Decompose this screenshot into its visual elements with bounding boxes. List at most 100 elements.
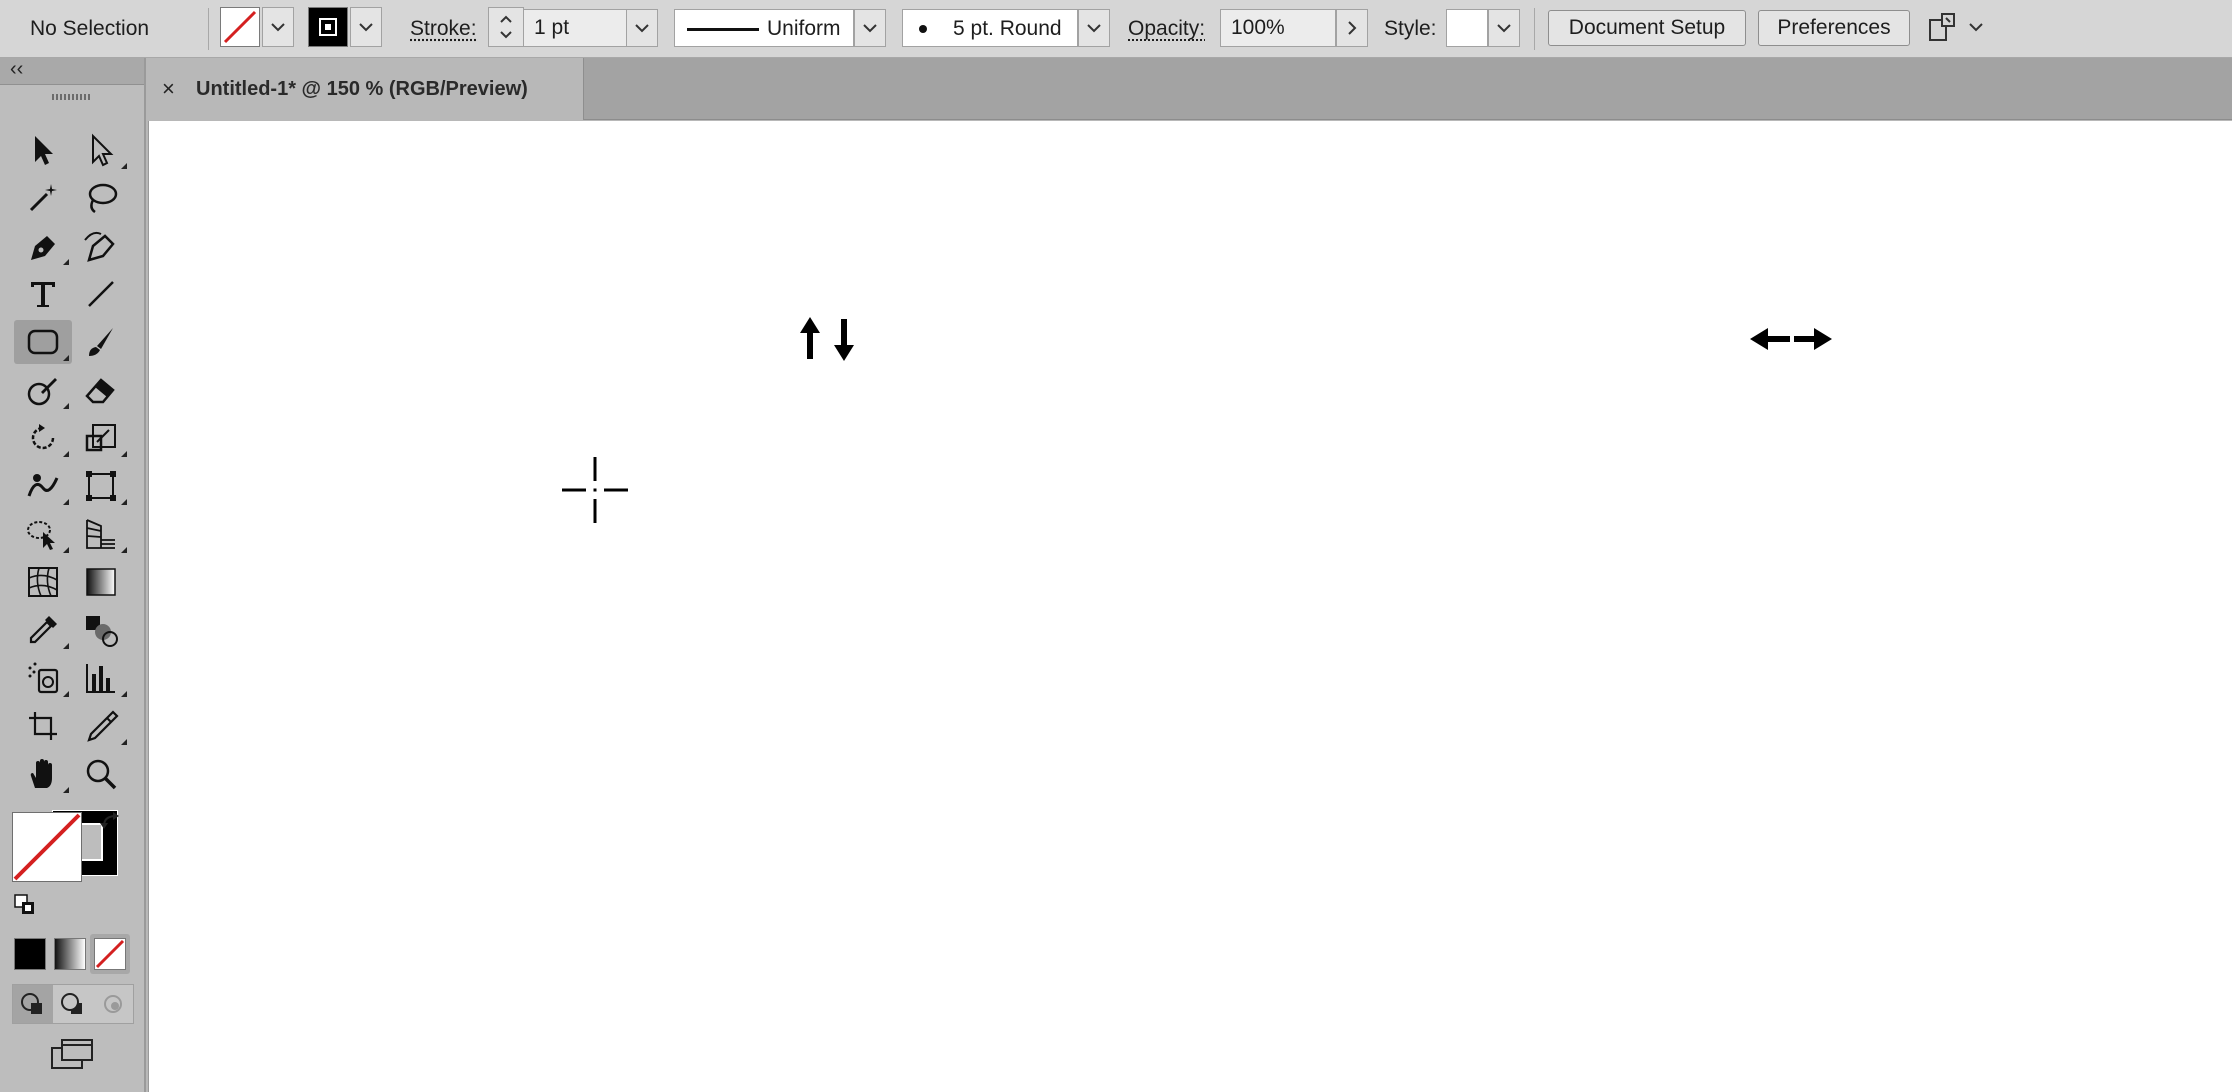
control-bar: No Selection Stroke: 1 pt Uniform 5 pt. …: [0, 0, 2232, 58]
tools-panel: ‹‹: [0, 58, 146, 1092]
draw-behind-icon: [61, 993, 82, 1014]
fill-dropdown[interactable]: [262, 7, 294, 47]
hand-tool-icon: [30, 759, 52, 788]
fill-swatch[interactable]: [220, 7, 260, 47]
shaper-tool[interactable]: [14, 368, 72, 412]
default-colors-icon: [14, 894, 34, 914]
column-graph-tool[interactable]: [72, 656, 130, 700]
profile-dropdown[interactable]: [854, 9, 886, 47]
shape-builder-tool-icon: [27, 521, 55, 550]
direct-selection-tool[interactable]: [72, 128, 130, 172]
brush-definition[interactable]: 5 pt. Round: [902, 9, 1078, 47]
warp-tool[interactable]: [14, 464, 72, 508]
document-setup-button[interactable]: Document Setup: [1548, 10, 1746, 46]
draw-normal-button[interactable]: [13, 985, 53, 1023]
warp-tool-icon: [27, 474, 59, 497]
type-tool[interactable]: [14, 272, 72, 316]
artboard-tool-icon: [29, 712, 57, 740]
variable-width-profile[interactable]: Uniform: [674, 9, 854, 47]
paintbrush-tool[interactable]: [72, 320, 130, 364]
chevron-down-icon: [1497, 24, 1511, 33]
free-transform-tool[interactable]: [72, 464, 130, 508]
chevron-down-icon: [1087, 24, 1101, 33]
slice-tool-icon: [87, 710, 119, 742]
stroke-label[interactable]: Stroke:: [410, 0, 477, 58]
separator: [1534, 8, 1535, 50]
draw-inside-button[interactable]: [93, 985, 133, 1023]
resize-vertical-cursor-icon: [800, 317, 854, 361]
none-mode-button[interactable]: [90, 934, 130, 974]
blend-tool[interactable]: [72, 608, 130, 652]
magic-wand-tool[interactable]: [14, 176, 72, 220]
draw-inside-icon: [104, 995, 122, 1013]
line-segment-tool[interactable]: [72, 272, 130, 316]
separator: [208, 8, 209, 50]
line-segment-tool-icon: [88, 281, 114, 307]
scale-tool[interactable]: [72, 416, 130, 460]
draw-normal-icon: [21, 993, 42, 1014]
eraser-tool[interactable]: [72, 368, 130, 412]
color-mode-button[interactable]: [14, 938, 46, 970]
tools-panel-header: ‹‹: [0, 58, 144, 85]
stroke-dropdown[interactable]: [350, 7, 382, 47]
curvature-tool-icon: [84, 231, 115, 262]
free-transform-tool-icon: [86, 471, 116, 501]
type-tool-icon: [31, 282, 55, 307]
screen-mode-icon: [51, 1039, 93, 1069]
paintbrush-tool-icon: [89, 328, 113, 356]
style-dropdown[interactable]: [1488, 9, 1520, 47]
stroke-inner-icon: [319, 18, 337, 36]
artboard-tool[interactable]: [14, 704, 72, 748]
none-slash-icon: [13, 813, 81, 881]
document-tab-strip: × Untitled-1* @ 150 % (RGB/Preview): [148, 58, 2232, 120]
blend-tool-icon: [86, 616, 118, 647]
cursor-crosshair-icon: [562, 457, 628, 523]
shape-builder-tool[interactable]: [14, 512, 72, 556]
opacity-expand-button[interactable]: [1336, 9, 1368, 47]
swap-fill-stroke-button[interactable]: [100, 812, 122, 834]
brush-dropdown[interactable]: [1078, 9, 1110, 47]
shaper-tool-icon: [27, 378, 57, 406]
close-tab-button[interactable]: ×: [162, 58, 175, 120]
document-tab[interactable]: × Untitled-1* @ 150 % (RGB/Preview): [148, 58, 584, 120]
zoom-tool-icon: [86, 759, 117, 790]
selection-tool[interactable]: [14, 128, 72, 172]
rotate-tool-icon: [31, 424, 55, 450]
stroke-weight-input[interactable]: 1 pt: [523, 9, 627, 47]
screen-mode-button[interactable]: [48, 1036, 96, 1072]
collapse-panel-button[interactable]: ‹‹: [10, 58, 23, 80]
fill-color-box[interactable]: [12, 812, 82, 882]
mesh-tool[interactable]: [14, 560, 72, 604]
rotate-tool[interactable]: [14, 416, 72, 460]
uniform-line-icon: [687, 28, 759, 31]
gradient-tool[interactable]: [72, 560, 130, 604]
rounded-rectangle-tool[interactable]: [14, 320, 72, 364]
chevron-down-icon: [863, 24, 877, 33]
graphic-style-swatch[interactable]: [1446, 9, 1488, 47]
perspective-grid-tool[interactable]: [72, 512, 130, 556]
opacity-label[interactable]: Opacity:: [1128, 0, 1205, 58]
arrange-documents-button[interactable]: [1926, 12, 1986, 46]
preferences-button[interactable]: Preferences: [1758, 10, 1910, 46]
pen-tool-icon: [31, 236, 55, 260]
pen-tool[interactable]: [14, 224, 72, 268]
stroke-swatch[interactable]: [308, 7, 348, 47]
artboard-canvas[interactable]: [148, 121, 2232, 1092]
curvature-tool[interactable]: [72, 224, 130, 268]
zoom-tool[interactable]: [72, 752, 130, 796]
gradient-mode-button[interactable]: [54, 938, 86, 970]
slice-tool[interactable]: [72, 704, 130, 748]
symbol-sprayer-tool[interactable]: [14, 656, 72, 700]
stroke-weight-stepper[interactable]: [488, 7, 524, 47]
lasso-tool[interactable]: [72, 176, 130, 220]
brush-dot-icon: [919, 25, 927, 33]
default-fill-stroke-button[interactable]: [14, 894, 36, 916]
profile-label: Uniform: [767, 17, 841, 40]
draw-behind-button[interactable]: [53, 985, 93, 1023]
hand-tool[interactable]: [14, 752, 72, 796]
chevron-down-icon: [271, 23, 285, 32]
stroke-weight-dropdown[interactable]: [626, 9, 658, 47]
opacity-input[interactable]: 100%: [1220, 9, 1336, 47]
panel-grip[interactable]: [52, 94, 92, 100]
eyedropper-tool[interactable]: [14, 608, 72, 652]
